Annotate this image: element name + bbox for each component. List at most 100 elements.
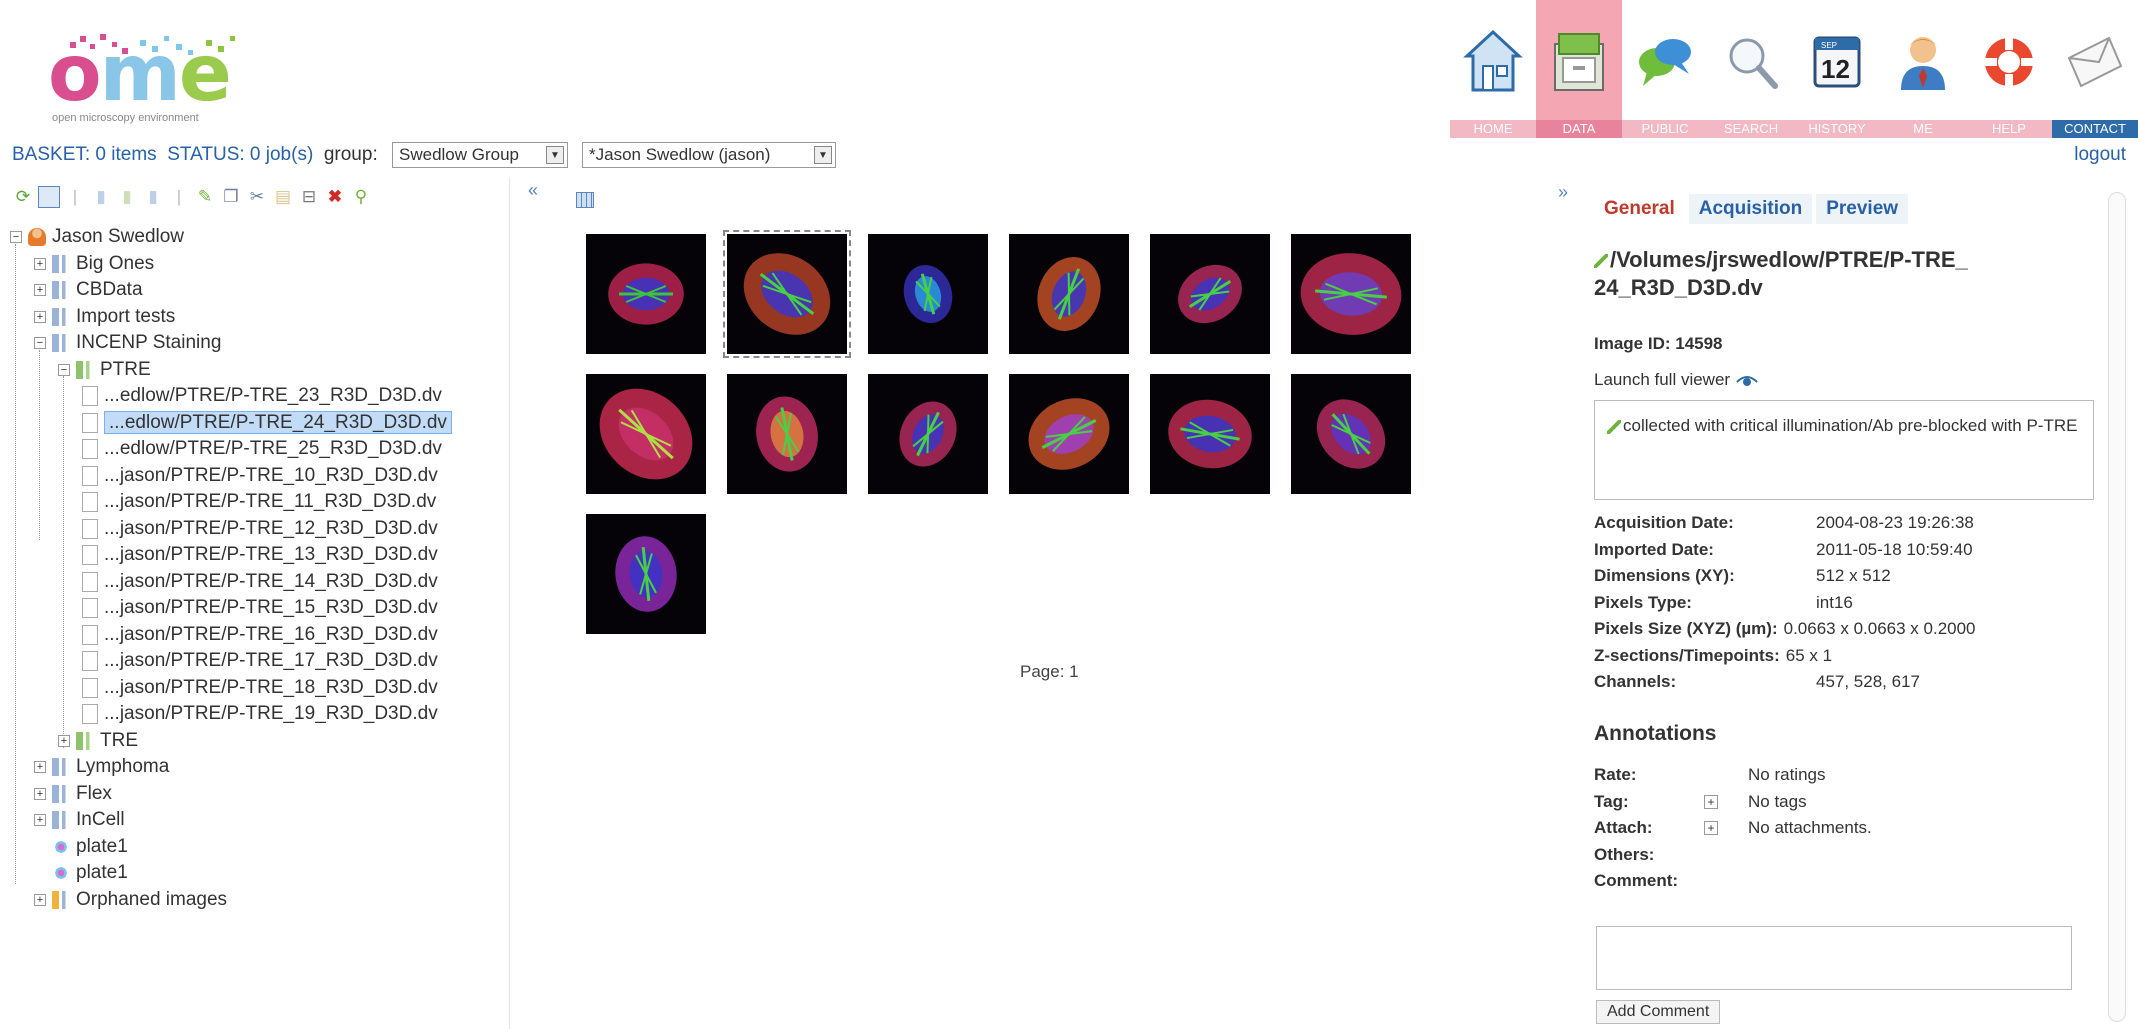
expand-toggle[interactable]: + bbox=[34, 257, 46, 270]
basket-link[interactable]: BASKET: 0 items bbox=[12, 144, 157, 165]
layout-grid-icon[interactable] bbox=[576, 192, 594, 208]
tree-image[interactable]: ...jason/PTRE/P-TRE_18_R3D_D3D.dv bbox=[10, 675, 510, 702]
tree-image-selected[interactable]: ...edlow/PTRE/P-TRE_24_R3D_D3D.dv bbox=[10, 410, 510, 437]
tree-image[interactable]: ...jason/PTRE/P-TRE_12_R3D_D3D.dv bbox=[10, 516, 510, 543]
edit-pencil-icon[interactable] bbox=[1607, 419, 1621, 434]
image-thumbnail[interactable] bbox=[868, 374, 988, 494]
image-thumbnail[interactable] bbox=[586, 234, 706, 354]
metadata-panel: General Acquisition Preview /Volumes/jrs… bbox=[1580, 178, 2120, 1029]
data-tree: − Jason Swedlow + Big Ones + CBData + Import… bbox=[10, 224, 510, 913]
nav-data[interactable]: DATA bbox=[1536, 0, 1622, 138]
nav-home[interactable]: HOME bbox=[1450, 0, 1536, 138]
image-thumbnail[interactable] bbox=[586, 374, 706, 494]
image-thumbnail[interactable] bbox=[723, 230, 851, 358]
delete-icon[interactable]: ✖ bbox=[324, 186, 346, 208]
image-thumbnail[interactable] bbox=[1009, 374, 1129, 494]
create-icon[interactable] bbox=[38, 186, 60, 208]
user-select[interactable]: *Jason Swedlow (jason) ▼ bbox=[582, 142, 836, 168]
chgrp-icon[interactable]: ⚲ bbox=[350, 186, 372, 208]
expand-toggle[interactable]: + bbox=[34, 761, 46, 773]
metadata-value: 0.0663 x 0.0663 x 0.2000 bbox=[1783, 619, 1976, 638]
tab-preview[interactable]: Preview bbox=[1816, 194, 1909, 224]
expand-toggle[interactable]: + bbox=[34, 814, 46, 826]
tree-plate[interactable]: plate1 bbox=[10, 860, 510, 887]
new-project-icon[interactable]: ▮ bbox=[90, 186, 112, 208]
annotation-key: Rate: bbox=[1594, 765, 1637, 784]
tree-image[interactable]: ...edlow/PTRE/P-TRE_23_R3D_D3D.dv bbox=[10, 383, 510, 410]
tree-screen[interactable]: + InCell bbox=[10, 807, 510, 834]
collapse-right-panel-icon[interactable]: » bbox=[1558, 182, 1568, 203]
image-thumbnail[interactable] bbox=[727, 374, 847, 494]
home-icon bbox=[1463, 29, 1523, 92]
nav-history[interactable]: SEP 12 HISTORY bbox=[1794, 0, 1880, 138]
nav-contact[interactable]: CONTACT bbox=[2052, 0, 2138, 138]
paste-icon[interactable]: ▤ bbox=[272, 186, 294, 208]
image-thumbnail[interactable] bbox=[868, 234, 988, 354]
expand-toggle[interactable]: + bbox=[34, 310, 46, 323]
nav-label: CONTACT bbox=[2052, 120, 2138, 138]
expand-toggle[interactable]: + bbox=[34, 787, 46, 800]
tree-image[interactable]: ...jason/PTRE/P-TRE_14_R3D_D3D.dv bbox=[10, 569, 510, 596]
group-select[interactable]: Swedlow Group ▼ bbox=[392, 142, 568, 168]
tree-project[interactable]: + Import tests bbox=[10, 304, 510, 331]
tree-project[interactable]: + CBData bbox=[10, 277, 510, 304]
expand-toggle[interactable]: + bbox=[34, 284, 46, 296]
image-thumbnail[interactable] bbox=[1291, 374, 1411, 494]
screen-icon bbox=[52, 784, 70, 803]
copy-icon[interactable]: ❐ bbox=[220, 186, 242, 208]
tree-image[interactable]: ...jason/PTRE/P-TRE_16_R3D_D3D.dv bbox=[10, 622, 510, 649]
tree-project[interactable]: + Lymphoma bbox=[10, 754, 510, 781]
thumbnail-image bbox=[1150, 374, 1270, 494]
edit-pencil-icon[interactable] bbox=[1594, 254, 1608, 269]
cut-icon[interactable]: ✂ bbox=[246, 186, 268, 208]
image-thumbnail[interactable] bbox=[1150, 374, 1270, 494]
collapse-toggle[interactable]: − bbox=[58, 363, 70, 376]
tree-image[interactable]: ...jason/PTRE/P-TRE_17_R3D_D3D.dv bbox=[10, 648, 510, 675]
nav-help[interactable]: HELP bbox=[1966, 0, 2052, 138]
tree-plate[interactable]: plate1 bbox=[10, 834, 510, 861]
tree-screen[interactable]: + Flex bbox=[10, 781, 510, 808]
collapse-toggle[interactable]: − bbox=[34, 337, 46, 349]
new-dataset-icon[interactable]: ▮ bbox=[116, 186, 138, 208]
tree-project[interactable]: − INCENP Staining bbox=[10, 330, 510, 357]
expand-toggle[interactable]: + bbox=[34, 893, 46, 906]
logout-link[interactable]: logout bbox=[2074, 144, 2126, 166]
tree-dataset-tre[interactable]: + TRE bbox=[10, 728, 510, 755]
image-thumbnail[interactable] bbox=[1009, 234, 1129, 354]
description-box[interactable]: collected with critical illumination/Ab … bbox=[1594, 400, 2094, 500]
comment-textarea[interactable] bbox=[1596, 926, 2072, 990]
tab-acquisition[interactable]: Acquisition bbox=[1688, 194, 1813, 224]
add-comment-button[interactable]: Add Comment bbox=[1596, 1000, 1721, 1024]
expand-toggle[interactable]: + bbox=[58, 734, 70, 747]
image-thumbnail[interactable] bbox=[586, 514, 706, 634]
nav-public[interactable]: PUBLIC bbox=[1622, 0, 1708, 138]
tree-image[interactable]: ...jason/PTRE/P-TRE_11_R3D_D3D.dv bbox=[10, 489, 510, 516]
add-annotation-icon[interactable]: + bbox=[1704, 794, 1718, 809]
image-thumbnail[interactable] bbox=[1150, 234, 1270, 354]
collapse-toggle[interactable]: − bbox=[10, 231, 22, 243]
tree-project[interactable]: + Big Ones bbox=[10, 251, 510, 278]
add-annotation-icon[interactable]: + bbox=[1704, 821, 1718, 836]
thumbnail-image bbox=[868, 234, 988, 354]
tree-image[interactable]: ...edlow/PTRE/P-TRE_25_R3D_D3D.dv bbox=[10, 436, 510, 463]
ome-logo[interactable]: ome open microscopy environment bbox=[12, 28, 312, 128]
remove-icon[interactable]: ⊟ bbox=[298, 186, 320, 208]
tree-image[interactable]: ...jason/PTRE/P-TRE_10_R3D_D3D.dv bbox=[10, 463, 510, 490]
jobs-status-link[interactable]: STATUS: 0 job(s) bbox=[167, 144, 313, 165]
tree-root-user[interactable]: − Jason Swedlow bbox=[10, 224, 510, 251]
nav-search[interactable]: SEARCH bbox=[1708, 0, 1794, 138]
edit-pencil-icon[interactable]: ✎ bbox=[194, 186, 216, 208]
nav-me[interactable]: ME bbox=[1880, 0, 1966, 138]
image-thumbnail[interactable] bbox=[1291, 234, 1411, 354]
tab-general[interactable]: General bbox=[1594, 194, 1685, 224]
tree-image[interactable]: ...jason/PTRE/P-TRE_13_R3D_D3D.dv bbox=[10, 542, 510, 569]
tree-image[interactable]: ...jason/PTRE/P-TRE_19_R3D_D3D.dv bbox=[10, 701, 510, 728]
tree-image[interactable]: ...jason/PTRE/P-TRE_15_R3D_D3D.dv bbox=[10, 595, 510, 622]
new-screen-icon[interactable]: ▮ bbox=[142, 186, 164, 208]
tree-dataset-ptre[interactable]: − PTRE bbox=[10, 357, 510, 384]
refresh-icon[interactable]: ⟳ bbox=[12, 186, 34, 208]
launch-viewer-link[interactable]: Launch full viewer bbox=[1594, 370, 1758, 390]
right-scrollbar[interactable] bbox=[2108, 192, 2126, 1022]
image-name-title[interactable]: /Volumes/jrswedlow/PTRE/P-TRE_ 24_R3D_D3… bbox=[1594, 246, 2074, 302]
tree-orphaned[interactable]: + Orphaned images bbox=[10, 887, 510, 914]
